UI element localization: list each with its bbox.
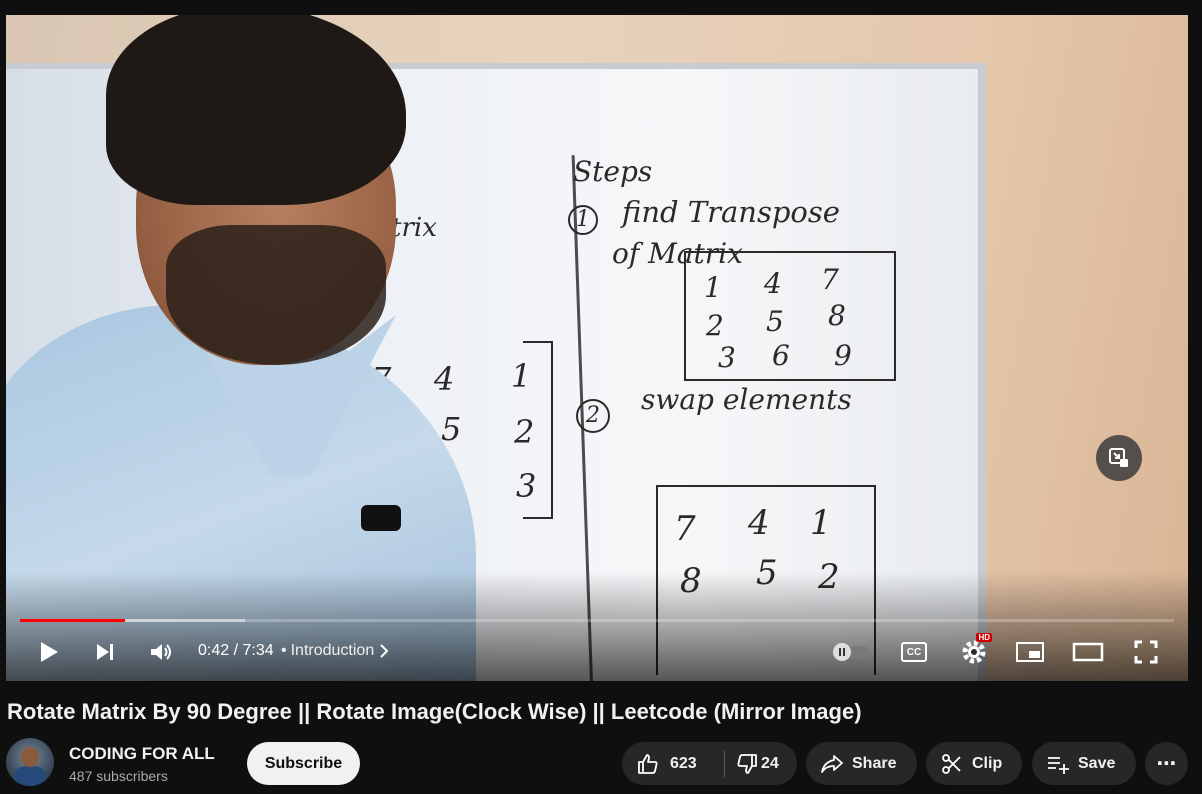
like-button[interactable]: 623: [622, 752, 724, 776]
avatar-body: [14, 766, 46, 786]
lapel-mic: [361, 505, 401, 531]
result-cell: 4: [748, 503, 770, 543]
result-cell: 1: [810, 503, 832, 543]
subscribe-button[interactable]: Subscribe: [247, 742, 360, 785]
next-icon: [97, 644, 113, 660]
step-2-text: swap elements: [641, 383, 852, 416]
result-cell: 7: [674, 509, 696, 549]
share-button[interactable]: Share: [806, 742, 917, 785]
transpose-cell: 5: [766, 305, 784, 338]
progress-played: [20, 619, 125, 622]
like-count: 623: [670, 754, 697, 772]
scissors-icon: [942, 753, 961, 774]
chapter-button[interactable]: • Introduction: [281, 642, 390, 660]
more-actions-button[interactable]: ⋯: [1145, 742, 1188, 785]
volume-button[interactable]: [144, 635, 178, 669]
volume-icon: [151, 644, 171, 660]
next-button[interactable]: [88, 635, 122, 669]
transpose-cell: 3: [718, 341, 736, 374]
transpose-cell: 6: [772, 339, 790, 372]
steps-heading: Steps: [573, 155, 653, 188]
autoplay-toggle[interactable]: [828, 635, 874, 669]
dislike-button[interactable]: 24: [725, 752, 779, 776]
step-2-number: 2: [576, 399, 610, 433]
like-dislike-group: 623 24: [622, 742, 797, 785]
clip-button[interactable]: Clip: [926, 742, 1022, 785]
fullscreen-icon: [1134, 640, 1158, 664]
step-1-line-1: find Transpose: [622, 195, 840, 229]
clip-label: Clip: [972, 754, 1003, 772]
chapter-title: Introduction: [290, 642, 375, 659]
transpose-cell: 8: [828, 299, 846, 332]
transpose-cell: 1: [704, 271, 722, 304]
captions-icon: CC: [901, 642, 927, 662]
transpose-cell: 9: [834, 339, 852, 372]
save-button[interactable]: Save: [1032, 742, 1136, 785]
save-label: Save: [1078, 754, 1116, 772]
subscriber-count: 487 subscribers: [69, 768, 168, 784]
captions-button[interactable]: CC: [896, 635, 932, 669]
miniplayer-button[interactable]: [1012, 635, 1048, 669]
play-icon: [41, 642, 58, 662]
channel-name[interactable]: CODING FOR ALL: [69, 744, 215, 764]
left-matrix-bracket: [523, 341, 553, 519]
chevron-right-icon: [380, 644, 389, 658]
video-title: Rotate Matrix By 90 Degree || Rotate Ima…: [7, 699, 862, 724]
theater-icon: [1072, 642, 1104, 662]
share-label: Share: [852, 754, 897, 772]
autoplay-toggle-icon: [833, 643, 869, 661]
hd-badge: HD: [976, 633, 992, 642]
presenter-hair: [106, 15, 406, 205]
transpose-cell: 2: [706, 309, 724, 342]
controls-gradient: [6, 571, 1188, 681]
gear-icon: [962, 640, 986, 664]
play-button[interactable]: [32, 635, 66, 669]
step-1-number: 1: [568, 205, 598, 235]
transpose-cell: 4: [764, 267, 782, 300]
add-to-playlist-icon: [1048, 756, 1069, 774]
thumbs-down-icon: [737, 753, 757, 774]
dislike-count: 24: [761, 754, 779, 772]
time-current: 0:42: [198, 642, 230, 659]
share-icon: [821, 754, 843, 773]
zoom-toggle-button[interactable]: [1096, 435, 1142, 481]
zoom-icon: [1109, 448, 1128, 467]
video-player[interactable]: trix 7 4 1 5 2 3 Steps 1 find Transpose …: [6, 15, 1188, 681]
transpose-cell: 7: [821, 263, 839, 296]
channel-avatar[interactable]: [6, 738, 54, 786]
settings-button[interactable]: HD: [956, 633, 992, 669]
time-display: 0:42 / 7:34: [198, 642, 274, 660]
chapter-dot: •: [281, 642, 287, 659]
fullscreen-button[interactable]: [1128, 635, 1164, 669]
progress-bar[interactable]: [20, 619, 1174, 622]
time-separator: /: [233, 642, 239, 659]
presenter-beard: [166, 225, 386, 365]
avatar-head: [21, 747, 39, 767]
theater-mode-button[interactable]: [1068, 635, 1108, 669]
time-total: 7:34: [242, 642, 274, 659]
thumbs-up-icon: [638, 753, 658, 774]
miniplayer-icon: [1016, 642, 1044, 662]
more-icon: ⋯: [1156, 753, 1177, 775]
